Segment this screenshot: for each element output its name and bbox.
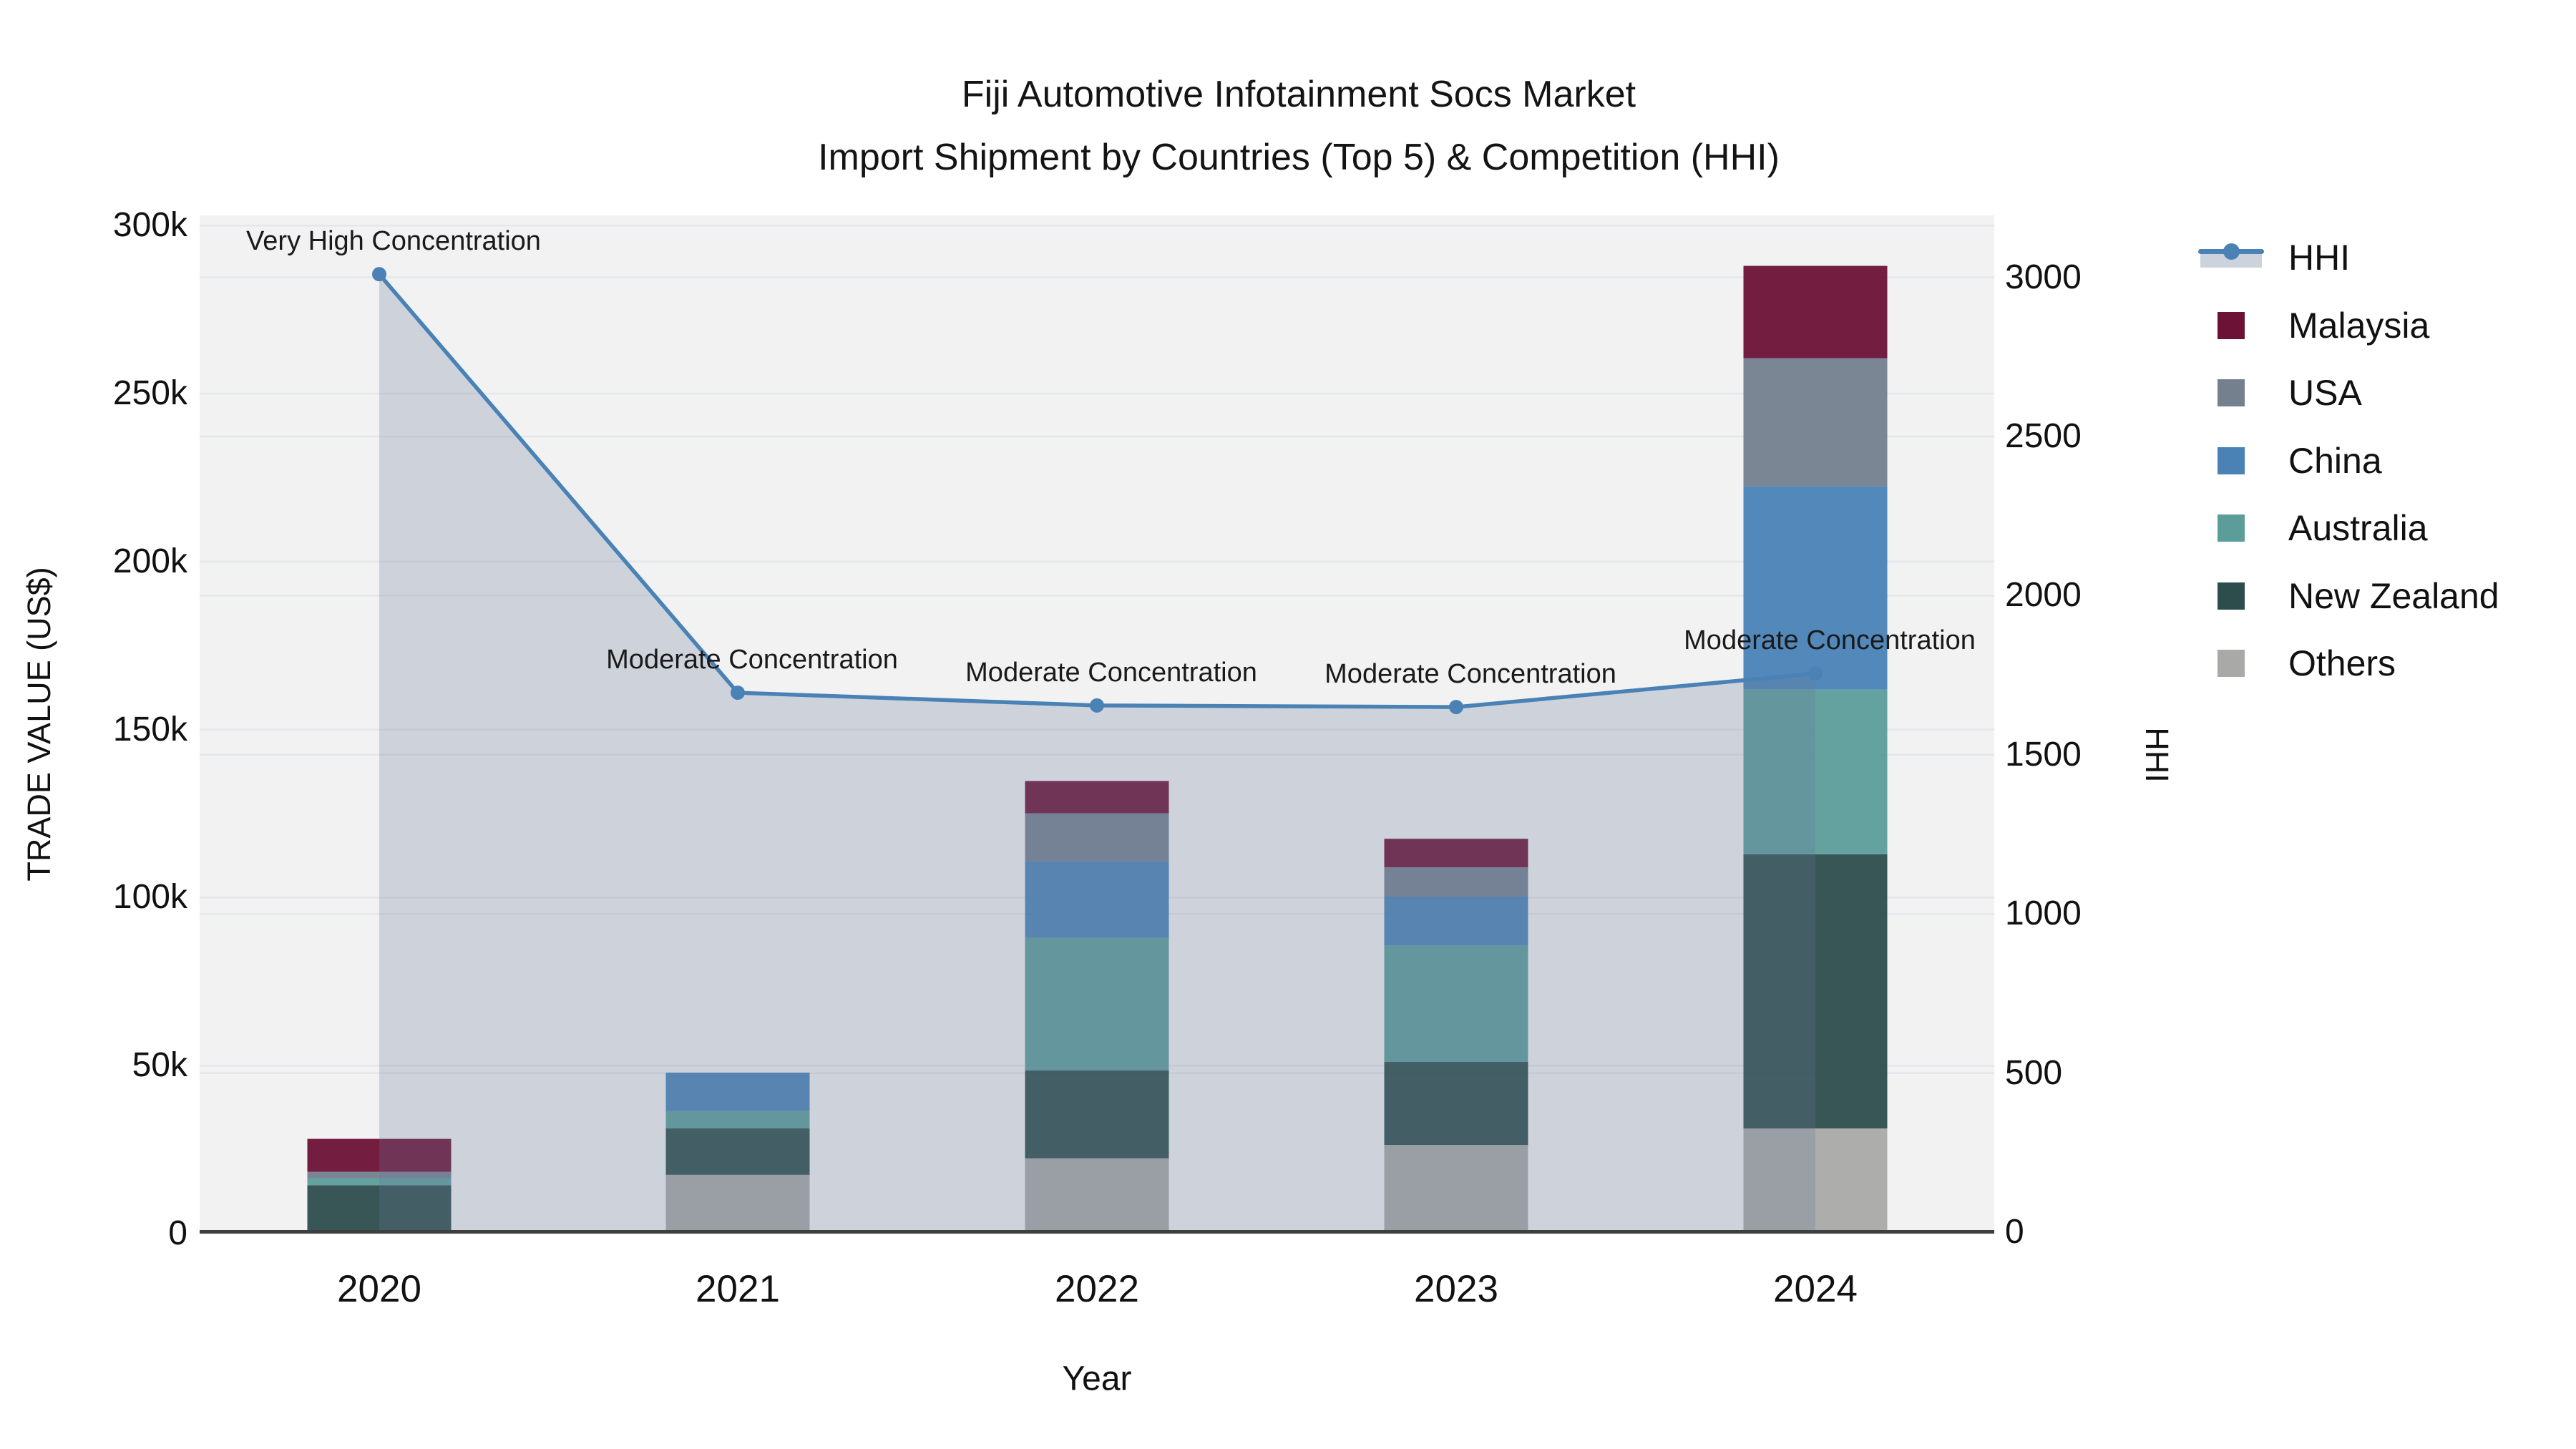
legend[interactable]: HHI Malaysia USA China Australia New Zealand O… xyxy=(2198,236,2570,723)
legend-item-usa[interactable]: USA xyxy=(2198,371,2362,414)
legend-label: Malaysia xyxy=(2288,305,2430,346)
x-tick-2023: 2023 xyxy=(1414,1268,1498,1310)
hhi-marker-2024[interactable] xyxy=(1808,666,1823,681)
legend-item-new-zealand[interactable]: New Zealand xyxy=(2198,575,2499,618)
bar-segment-usa-2024[interactable] xyxy=(1743,358,1888,487)
y-tick-left-0: 0 xyxy=(168,1214,187,1252)
hhi-marker-2022[interactable] xyxy=(1090,698,1104,713)
y-axis-left-title: TRADE VALUE (US$) xyxy=(21,567,57,882)
legend-hhi-line-icon xyxy=(2198,242,2264,273)
hhi-marker-2023[interactable] xyxy=(1449,700,1463,715)
bar-segment-china-2024[interactable] xyxy=(1743,486,1888,690)
annotation-2021: Moderate Concentration xyxy=(606,645,898,675)
bar-segment-malaysia-2024[interactable] xyxy=(1743,265,1888,358)
legend-label: New Zealand xyxy=(2288,575,2499,616)
legend-swatch-usa xyxy=(2218,379,2245,406)
chart-title-line2: Import Shipment by Countries (Top 5) & C… xyxy=(818,137,1780,178)
chart-title: Fiji Automotive Infotainment Socs Market… xyxy=(0,63,2576,189)
legend-item-malaysia[interactable]: Malaysia xyxy=(2198,304,2429,347)
legend-swatch-malaysia xyxy=(2218,311,2245,339)
legend-item-china[interactable]: China xyxy=(2198,439,2382,482)
annotation-2022: Moderate Concentration xyxy=(965,657,1257,688)
y-tick-right-1500: 1500 xyxy=(2005,735,2082,774)
legend-item-hhi[interactable]: HHI xyxy=(2198,236,2350,279)
legend-label: China xyxy=(2288,440,2382,481)
chart-canvas xyxy=(200,224,1994,1234)
chart-title-line1: Fiji Automotive Infotainment Socs Market xyxy=(961,74,1636,115)
legend-item-others[interactable]: Others xyxy=(2198,642,2396,685)
y-tick-right-500: 500 xyxy=(2005,1053,2063,1092)
y-tick-left-50k: 50k xyxy=(132,1046,187,1085)
legend-hhi-marker-dot xyxy=(2223,243,2240,260)
legend-swatch-china xyxy=(2218,447,2245,474)
legend-label: USA xyxy=(2288,373,2362,413)
y-tick-left-250k: 250k xyxy=(112,374,187,412)
annotation-2020: Very High Concentration xyxy=(246,226,541,257)
y-tick-left-300k: 300k xyxy=(112,206,187,245)
legend-label: Australia xyxy=(2288,508,2428,548)
hhi-area-fill xyxy=(379,274,1815,1233)
x-tick-2022: 2022 xyxy=(1055,1268,1139,1310)
annotation-2023: Moderate Concentration xyxy=(1324,659,1616,690)
y-tick-right-2500: 2500 xyxy=(2005,417,2082,455)
legend-swatch-others xyxy=(2218,650,2245,677)
x-axis-title: Year xyxy=(1062,1360,1132,1398)
legend-label: HHI xyxy=(2288,238,2351,278)
x-tick-2021: 2021 xyxy=(696,1268,780,1310)
legend-item-australia[interactable]: Australia xyxy=(2198,507,2428,550)
y-tick-right-3000: 3000 xyxy=(2005,258,2082,296)
plot-area xyxy=(200,215,1994,1234)
y-tick-right-0: 0 xyxy=(2005,1213,2024,1251)
hhi-marker-2021[interactable] xyxy=(731,686,745,701)
legend-swatch-new-zealand xyxy=(2218,582,2245,610)
legend-label: Others xyxy=(2288,643,2396,683)
y-axis-right-title: HHI xyxy=(2139,727,2175,783)
y-tick-right-2000: 2000 xyxy=(2005,576,2082,615)
annotation-2024: Moderate Concentration xyxy=(1684,625,1976,656)
x-tick-2024: 2024 xyxy=(1773,1268,1858,1310)
x-tick-2020: 2020 xyxy=(337,1268,421,1310)
hhi-marker-2020[interactable] xyxy=(372,267,386,282)
legend-swatch-australia xyxy=(2218,514,2245,542)
y-tick-right-1000: 1000 xyxy=(2005,894,2082,933)
y-tick-left-100k: 100k xyxy=(112,878,187,917)
